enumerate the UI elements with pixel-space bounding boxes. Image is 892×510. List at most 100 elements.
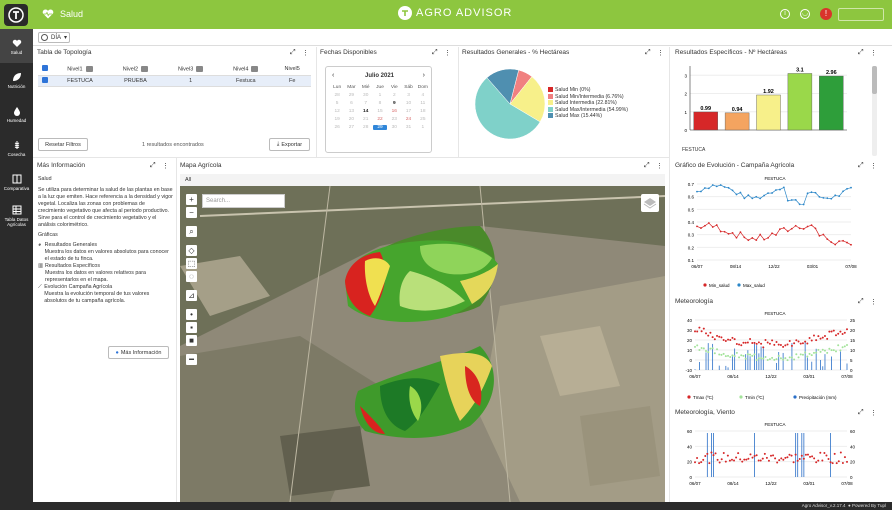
calendar-day[interactable]: 5 — [330, 101, 344, 106]
more-icon[interactable]: ⋮ — [870, 162, 877, 170]
info-icon[interactable]: i — [780, 9, 790, 19]
calendar-day[interactable]: 30 — [387, 125, 401, 130]
bar[interactable] — [787, 73, 813, 131]
export-button[interactable]: ⤓ Exportar — [269, 138, 310, 151]
bar[interactable] — [819, 75, 844, 131]
filter-icon[interactable] — [141, 66, 149, 73]
app-logo[interactable] — [4, 4, 28, 26]
calendar-day[interactable]: 17 — [401, 109, 415, 114]
rectangle-icon[interactable]: ■ — [186, 335, 197, 346]
table-row[interactable]: FESTUCA PRUEBA 1 Festuca Fe — [38, 75, 311, 87]
more-info-button[interactable]: ● Más Información — [108, 346, 169, 359]
calendar-day[interactable]: 4 — [416, 93, 430, 98]
calendar-day[interactable]: 12 — [330, 109, 344, 114]
bar[interactable] — [724, 112, 750, 131]
more-icon[interactable]: ⋮ — [656, 162, 663, 170]
measure-icon[interactable]: ⊿ — [186, 290, 197, 301]
calendar-day[interactable]: 9 — [387, 101, 401, 106]
calendar-day[interactable]: 28 — [359, 125, 373, 130]
calendar-day[interactable]: 25 — [416, 117, 430, 122]
calendar-day[interactable]: 30 — [359, 93, 373, 98]
column-header[interactable]: Nivel4 — [218, 64, 274, 76]
more-icon[interactable]: ⋮ — [657, 49, 664, 57]
lasso-icon[interactable]: ◌ — [186, 271, 197, 282]
calendar-day[interactable]: 22 — [373, 117, 387, 122]
column-header[interactable]: Nivel5 — [273, 64, 311, 76]
row-checkbox[interactable] — [42, 76, 48, 83]
more-icon[interactable]: ⋮ — [444, 49, 451, 57]
sidebar-item-humedad[interactable]: Humedad — [0, 97, 33, 131]
expand-icon[interactable]: ⤢ — [150, 162, 156, 170]
calendar-day[interactable]: 8 — [373, 101, 387, 106]
reset-filters-button[interactable]: Resetar Filtros — [38, 138, 88, 151]
calendar-day[interactable]: 26 — [330, 125, 344, 130]
calendar-day[interactable]: 15 — [373, 109, 387, 114]
calendar-day[interactable]: 23 — [387, 117, 401, 122]
calendar-day[interactable]: 1 — [416, 125, 430, 130]
map-search-input[interactable]: Search... — [202, 194, 285, 208]
expand-icon[interactable]: ⤢ — [290, 49, 296, 57]
calendar-day[interactable]: 14 — [359, 109, 373, 114]
calendar-day[interactable]: 7 — [359, 101, 373, 106]
calendar-day[interactable]: 20 — [344, 117, 358, 122]
bar[interactable] — [756, 94, 781, 131]
satellite-map[interactable]: + − ⌕ ◇ ⬚ ◌ ⊿ • ▪ ■ ━ Search... — [180, 186, 665, 502]
column-header[interactable]: Nivel1 — [52, 64, 108, 76]
expand-icon[interactable]: ⤢ — [644, 162, 650, 170]
calendar-day[interactable]: 16 — [387, 109, 401, 114]
calendar-day[interactable]: 31 — [401, 125, 415, 130]
user-menu-button[interactable] — [838, 8, 884, 21]
expand-icon[interactable]: ⤢ — [858, 409, 864, 417]
calendar-day[interactable]: 21 — [359, 117, 373, 122]
filter-icon[interactable] — [85, 66, 93, 73]
layers-button[interactable] — [641, 194, 659, 212]
expand-icon[interactable]: ⤢ — [645, 49, 651, 57]
more-icon[interactable]: ⋮ — [870, 298, 877, 306]
user-icon[interactable]: ◡ — [800, 9, 810, 19]
more-icon[interactable]: ⋮ — [162, 162, 169, 170]
more-icon[interactable]: ⋮ — [870, 409, 877, 417]
calendar-day[interactable]: 6 — [344, 101, 358, 106]
expand-icon[interactable]: ⤢ — [858, 162, 864, 170]
calendar-day[interactable]: 19 — [330, 117, 344, 122]
calendar-day[interactable]: 18 — [416, 109, 430, 114]
period-dropdown[interactable]: DÍA ▾ — [38, 32, 70, 43]
select-icon[interactable]: ⬚ — [186, 258, 197, 269]
point-icon[interactable]: • — [186, 309, 197, 320]
calendar-day[interactable]: 10 — [401, 101, 415, 106]
calendar-day[interactable]: 28 — [330, 93, 344, 98]
sidebar-item-nutricion[interactable]: Nutrición — [0, 63, 33, 97]
column-header[interactable]: Nivel3 — [163, 64, 219, 76]
scrollbar[interactable] — [872, 66, 877, 156]
calendar-day[interactable]: 3 — [401, 93, 415, 98]
filter-icon[interactable] — [251, 66, 259, 73]
column-header[interactable]: Nivel2 — [107, 64, 164, 76]
calendar-day[interactable]: 29 — [372, 125, 388, 130]
bar[interactable] — [693, 111, 718, 131]
ruler-icon[interactable]: ━ — [186, 354, 197, 365]
zoom-out-button[interactable]: − — [186, 207, 197, 218]
calendar-day[interactable]: 11 — [416, 101, 430, 106]
select-all-checkbox[interactable] — [42, 65, 48, 72]
expand-icon[interactable]: ⤢ — [858, 298, 864, 306]
sidebar-item-salud[interactable]: Salud — [0, 29, 33, 63]
next-month-icon[interactable]: › — [423, 72, 425, 79]
sidebar-item-cosecha[interactable]: Cosecha — [0, 131, 33, 165]
draw-icon[interactable]: ◇ — [186, 245, 197, 256]
calendar-day[interactable]: 2 — [387, 93, 401, 98]
sidebar-item-tabla-datos[interactable]: Tabla Datos Agrícolas — [0, 199, 33, 233]
search-zoom-icon[interactable]: ⌕ — [186, 226, 197, 237]
calendar-day[interactable]: 1 — [373, 93, 387, 98]
more-icon[interactable]: ⋮ — [302, 49, 309, 57]
expand-icon[interactable]: ⤢ — [432, 49, 438, 57]
alert-icon[interactable]: ! — [820, 8, 832, 20]
calendar-day[interactable]: 24 — [401, 117, 415, 122]
polygon-icon[interactable]: ▪ — [186, 322, 197, 333]
filter-icon[interactable] — [196, 66, 204, 73]
map-tab-all[interactable]: All — [185, 177, 191, 183]
calendar-day[interactable]: 29 — [344, 93, 358, 98]
expand-icon[interactable]: ⤢ — [858, 49, 864, 57]
calendar-day[interactable]: 27 — [344, 125, 358, 130]
sidebar-item-comparativa[interactable]: Comparativa — [0, 165, 33, 199]
calendar-day[interactable]: 13 — [344, 109, 358, 114]
